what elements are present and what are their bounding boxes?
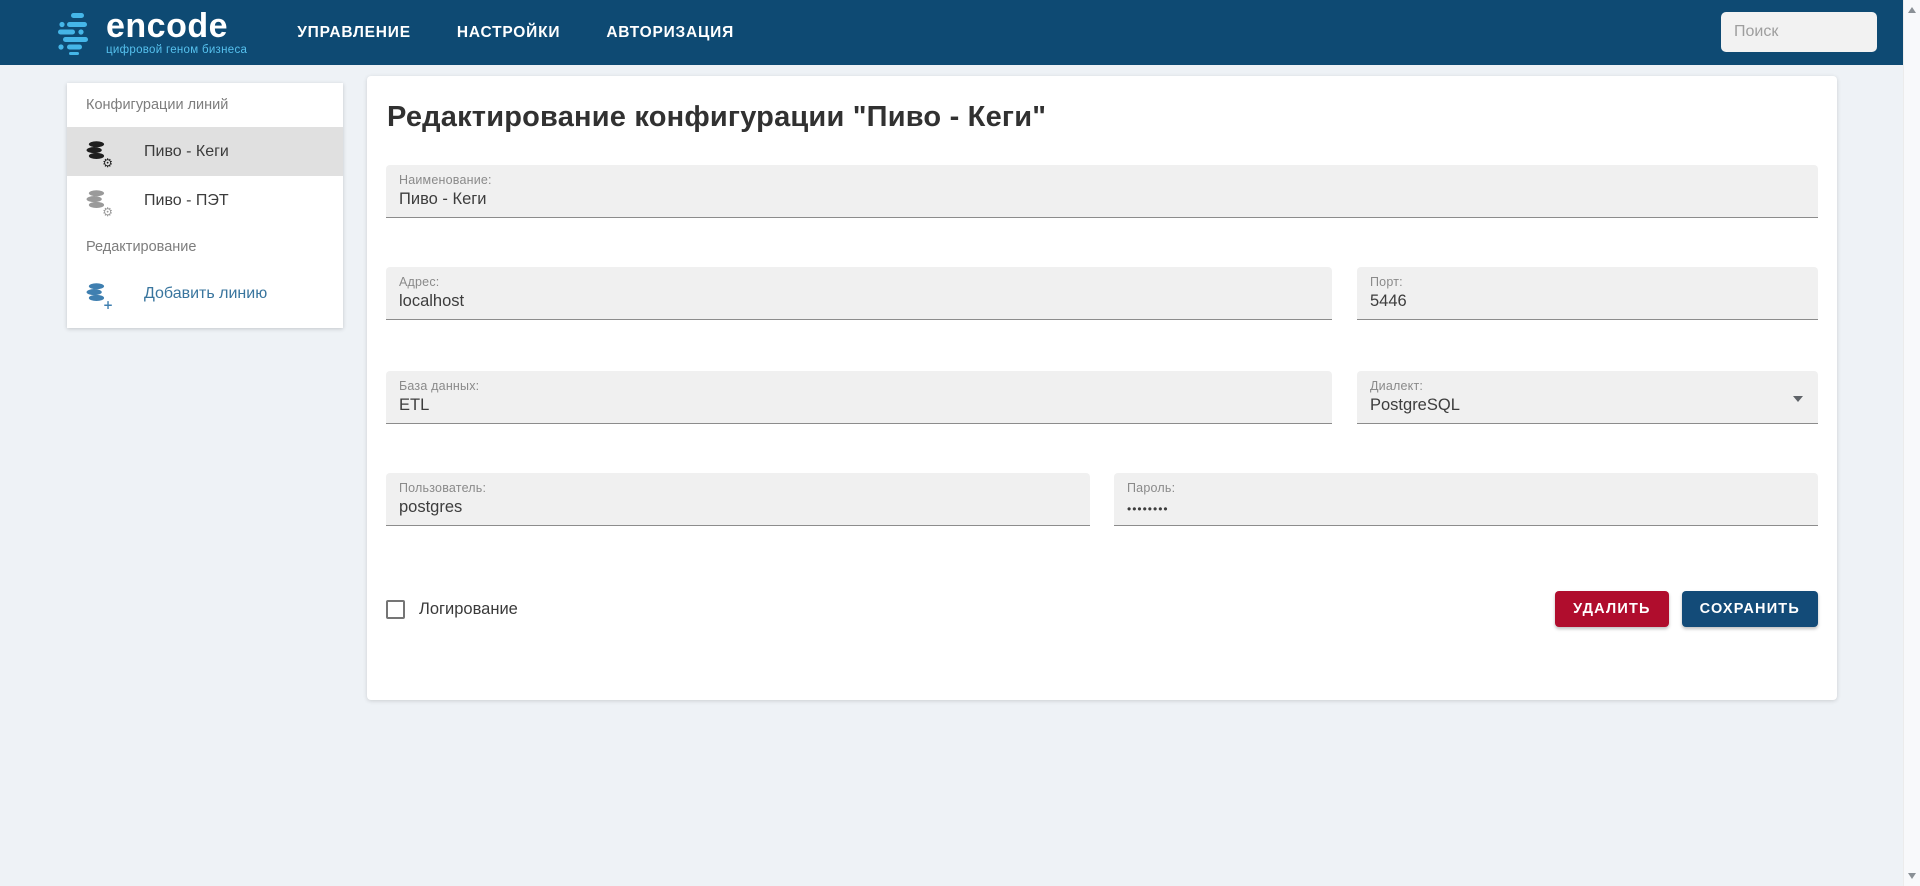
logging-checkbox[interactable]: [386, 599, 405, 619]
database-gear-icon: ⚙: [85, 140, 113, 169]
gear-icon: ⚙: [102, 204, 113, 219]
database-input[interactable]: [399, 393, 1319, 415]
nav-link-management[interactable]: УПРАВЛЕНИЕ: [297, 24, 411, 42]
delete-button[interactable]: УДАЛИТЬ: [1555, 591, 1669, 627]
sidebar-section-editing: Редактирование: [86, 239, 197, 255]
actions-row: Логирование УДАЛИТЬ СОХРАНИТЬ: [386, 588, 1818, 630]
password-field[interactable]: Пароль:: [1114, 473, 1818, 526]
gear-icon: ⚙: [102, 155, 113, 170]
save-button[interactable]: СОХРАНИТЬ: [1681, 591, 1818, 627]
top-navbar: encode цифровой геном бизнеса УПРАВЛЕНИЕ…: [0, 0, 1903, 65]
nav-links: УПРАВЛЕНИЕ НАСТРОЙКИ АВТОРИЗАЦИЯ: [297, 24, 734, 42]
address-field[interactable]: Адрес:: [386, 267, 1332, 320]
scroll-down-icon[interactable]: [1908, 873, 1916, 879]
port-input[interactable]: [1370, 289, 1805, 311]
password-input[interactable]: [1127, 495, 1805, 516]
sidebar-section-configurations: Конфигурации линий: [86, 97, 229, 113]
nav-link-authorization[interactable]: АВТОРИЗАЦИЯ: [606, 24, 734, 42]
name-input[interactable]: [399, 187, 1805, 209]
plus-icon: +: [102, 297, 113, 312]
dialect-value[interactable]: [1370, 393, 1805, 415]
search-input[interactable]: [1721, 12, 1877, 52]
sidebar-item-add-line[interactable]: + Добавить линию: [67, 269, 343, 318]
dialect-field-label: Диалект:: [1370, 379, 1424, 393]
user-field-label: Пользователь:: [399, 481, 487, 495]
vertical-scrollbar[interactable]: [1903, 0, 1920, 886]
logging-checkbox-label: Логирование: [419, 599, 518, 618]
button-group: УДАЛИТЬ СОХРАНИТЬ: [1555, 591, 1818, 627]
dialect-select[interactable]: Диалект:: [1357, 371, 1818, 424]
encode-logo-icon: [58, 12, 88, 55]
database-field[interactable]: База данных:: [386, 371, 1332, 424]
sidebar-item-label: Пиво - ПЭТ: [144, 191, 229, 209]
sidebar-item-pivo-kegi[interactable]: ⚙ Пиво - Кеги: [67, 127, 343, 176]
database-field-label: База данных:: [399, 379, 480, 393]
name-field[interactable]: Наименование:: [386, 165, 1818, 218]
address-field-label: Адрес:: [399, 275, 440, 289]
database-gear-icon: ⚙: [85, 189, 113, 218]
chevron-down-icon[interactable]: [1793, 396, 1803, 402]
sidebar-item-pivo-pet[interactable]: ⚙ Пиво - ПЭТ: [67, 176, 343, 225]
configuration-edit-card: Редактирование конфигурации "Пиво - Кеги…: [367, 76, 1837, 700]
page-title: Редактирование конфигурации "Пиво - Кеги…: [387, 101, 1047, 133]
user-input[interactable]: [399, 495, 1077, 517]
port-field[interactable]: Порт:: [1357, 267, 1818, 320]
nav-link-settings[interactable]: НАСТРОЙКИ: [457, 24, 560, 42]
logo-text: encode: [106, 6, 229, 45]
password-field-label: Пароль:: [1127, 481, 1176, 495]
sidebar-item-label: Пиво - Кеги: [144, 142, 229, 160]
encode-logo[interactable]: encode цифровой геном бизнеса: [54, 9, 247, 57]
address-input[interactable]: [399, 289, 1319, 311]
add-line-link-label: Добавить линию: [144, 284, 268, 302]
port-field-label: Порт:: [1370, 275, 1403, 289]
user-field[interactable]: Пользователь:: [386, 473, 1090, 526]
scroll-up-icon[interactable]: [1908, 7, 1916, 13]
sidebar: Конфигурации линий ⚙ Пиво - Кеги ⚙ Пиво …: [67, 83, 343, 328]
logo-tagline: цифровой геном бизнеса: [106, 43, 248, 56]
database-plus-icon: +: [85, 282, 113, 311]
name-field-label: Наименование:: [399, 173, 492, 187]
